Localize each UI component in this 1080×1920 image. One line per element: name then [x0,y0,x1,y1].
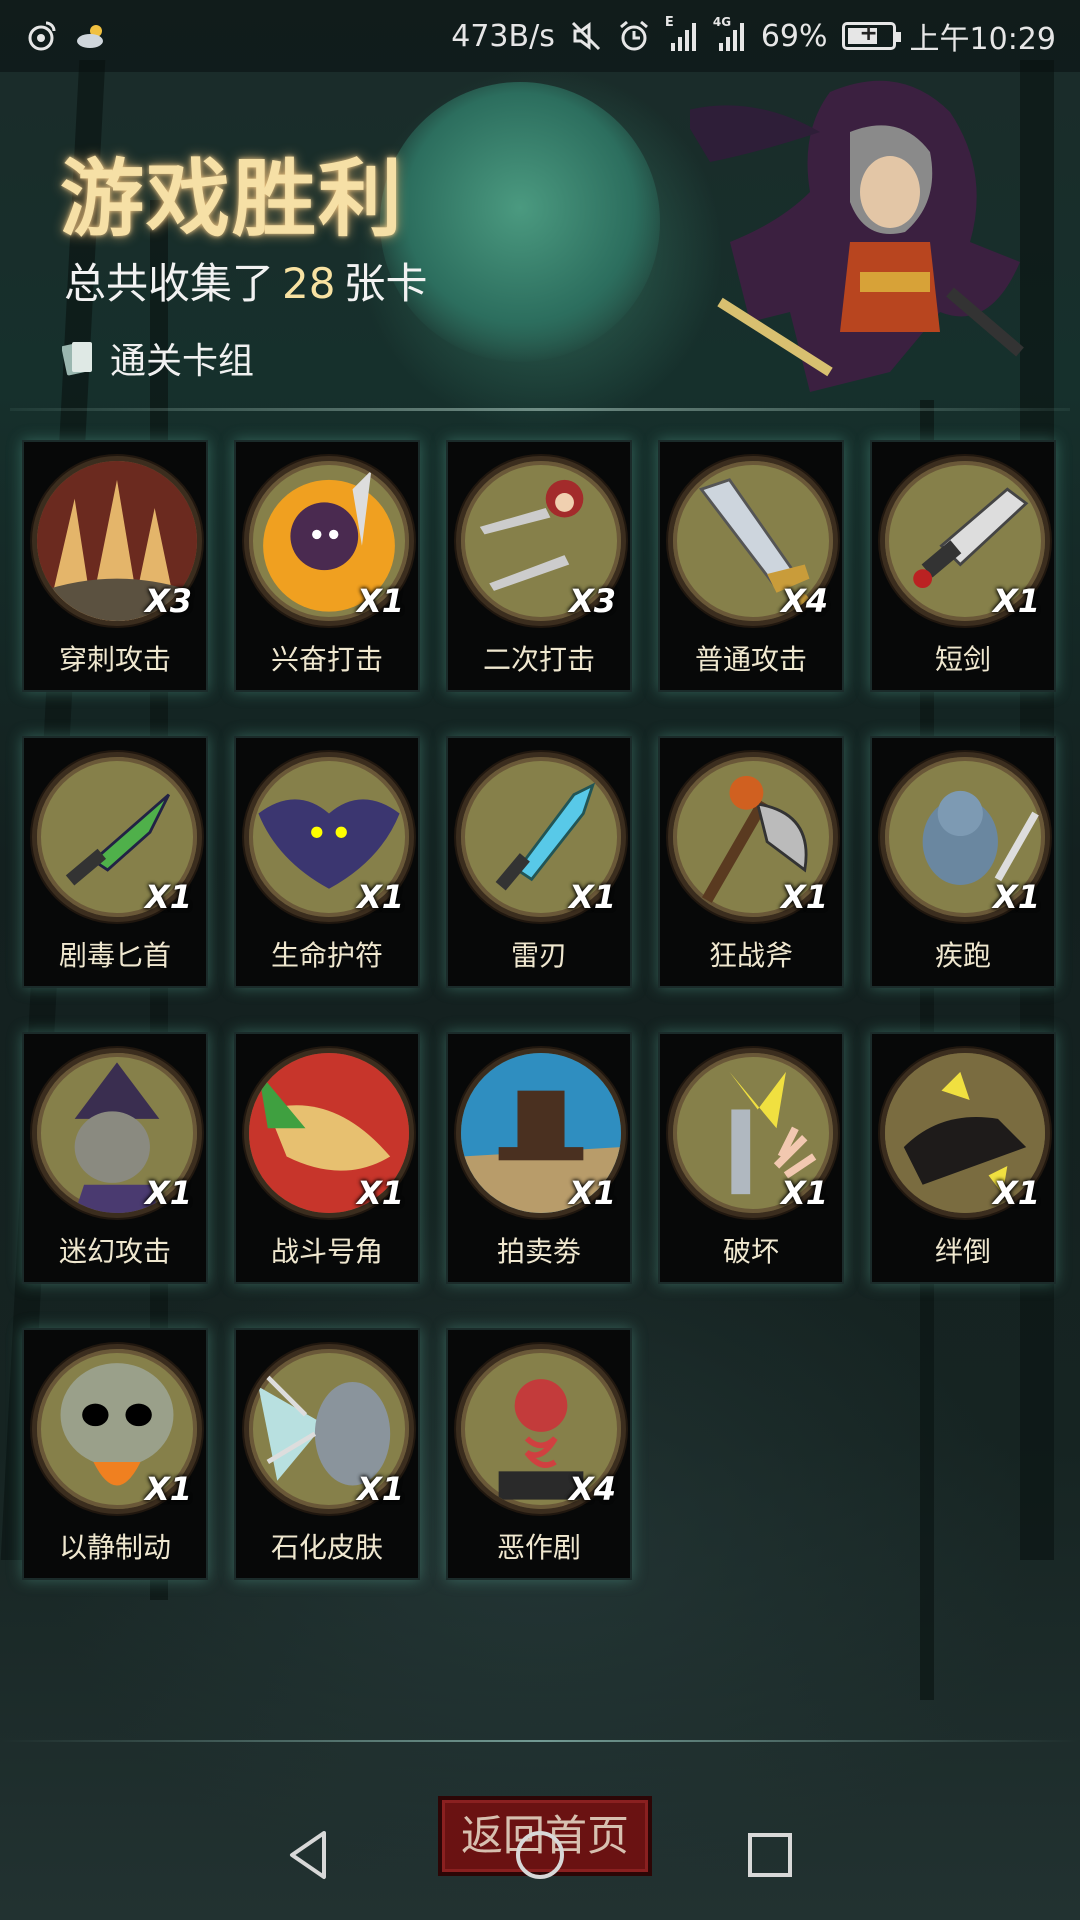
moon-swirl [380,82,660,362]
card-count: X1 [145,1470,192,1508]
card-name: 普通攻击 [694,643,807,676]
card-name: 穿刺攻击 [58,643,171,676]
card-tile[interactable]: X1 战斗号角 [234,1032,420,1284]
card-name: 短剑 [934,643,991,676]
card-name: 以静制动 [58,1531,171,1564]
card-count: X1 [357,1174,404,1212]
card-name: 石化皮肤 [270,1531,383,1564]
card-count: X1 [357,878,404,916]
card-tile[interactable]: X1 拍卖劵 [446,1032,632,1284]
card-name: 疾跑 [934,939,991,972]
weibo-icon [24,19,58,53]
card-count: X1 [569,878,616,916]
card-count: X3 [569,582,616,620]
card-name: 狂战斧 [708,939,793,972]
card-count: X1 [569,1174,616,1212]
card-tile[interactable]: X1 石化皮肤 [234,1328,420,1580]
weather-icon [74,19,108,53]
signal-4g-icon: 4G [713,15,747,53]
card-tile[interactable]: X3 二次打击 [446,440,632,692]
deck-link-label: 通关卡组 [110,341,255,382]
victory-header: 游戏胜利 总共收集了 28 张卡 通关卡组 [0,72,1080,412]
home-nav-icon[interactable] [510,1825,570,1885]
recents-nav-icon[interactable] [740,1825,800,1885]
card-tile[interactable]: X1 迷幻攻击 [22,1032,208,1284]
card-count: X1 [145,878,192,916]
card-tile[interactable]: X1 疾跑 [870,736,1056,988]
battery-percent: 69% [760,18,828,54]
ground-line [0,1740,1080,1742]
summary-prefix: 总共收集了 [64,259,275,308]
page-title: 游戏胜利 [60,150,405,248]
card-count: X1 [357,582,404,620]
card-name: 破坏 [722,1235,779,1268]
mute-icon [569,19,603,53]
card-tile[interactable]: X3 穿刺攻击 [22,440,208,692]
card-tile[interactable]: X1 生命护符 [234,736,420,988]
card-name: 剧毒匕首 [58,939,171,972]
card-count: X1 [993,1174,1040,1212]
battery-icon: + [841,21,901,50]
card-grid: X3 穿刺攻击 X1 兴奋打击 X3 二次打击 X4 普通攻击 X1 短剑 X1 剧毒匕首 X1 生命护符… [22,440,1062,1580]
card-name: 恶作剧 [496,1531,581,1564]
card-tile[interactable]: X1 以静制动 [22,1328,208,1580]
card-name: 绊倒 [934,1235,991,1268]
alarm-icon [617,19,651,53]
signal-2-label: 4G [712,15,732,29]
card-name: 拍卖劵 [496,1235,581,1268]
card-count: X1 [357,1470,404,1508]
card-name: 迷幻攻击 [58,1235,171,1268]
card-name: 生命护符 [270,939,383,972]
signal-icon: E [665,15,699,53]
card-tile[interactable]: X1 兴奋打击 [234,440,420,692]
card-tile[interactable]: X1 狂战斧 [658,736,844,988]
card-name: 雷刃 [510,939,567,972]
card-count: X1 [781,1174,828,1212]
cards-icon [61,338,96,378]
card-name: 兴奋打击 [270,643,383,676]
summary-suffix: 张卡 [343,259,428,308]
back-nav-icon[interactable] [280,1825,340,1885]
card-tile[interactable]: X1 绊倒 [870,1032,1056,1284]
card-count: X1 [993,582,1040,620]
card-tile[interactable]: X4 恶作剧 [446,1328,632,1580]
collected-summary: 总共收集了 28 张卡 [64,250,427,311]
card-count: X1 [781,878,828,916]
card-tile[interactable]: X1 雷刃 [446,736,632,988]
card-count: X4 [781,582,828,620]
header-divider [10,408,1070,411]
card-total: 28 [282,259,336,308]
card-count: X1 [993,878,1040,916]
clock: 上午10:29 [909,22,1056,57]
network-speed: 473B/s [451,18,555,54]
hero-character [680,72,1050,412]
status-bar: 473B/s E 4G 69% + 上午10:29 [0,0,1080,72]
card-tile[interactable]: X1 剧毒匕首 [22,736,208,988]
card-name: 战斗号角 [270,1235,383,1268]
card-tile[interactable]: X1 破坏 [658,1032,844,1284]
card-tile[interactable]: X1 短剑 [870,440,1056,692]
card-count: X1 [145,1174,192,1212]
deck-link[interactable]: 通关卡组 [61,332,255,384]
card-name: 二次打击 [482,643,595,676]
card-count: X4 [569,1470,616,1508]
charging-icon: + [859,21,878,46]
signal-1-label: E [664,15,674,30]
card-tile[interactable]: X4 普通攻击 [658,440,844,692]
card-count: X3 [145,582,192,620]
